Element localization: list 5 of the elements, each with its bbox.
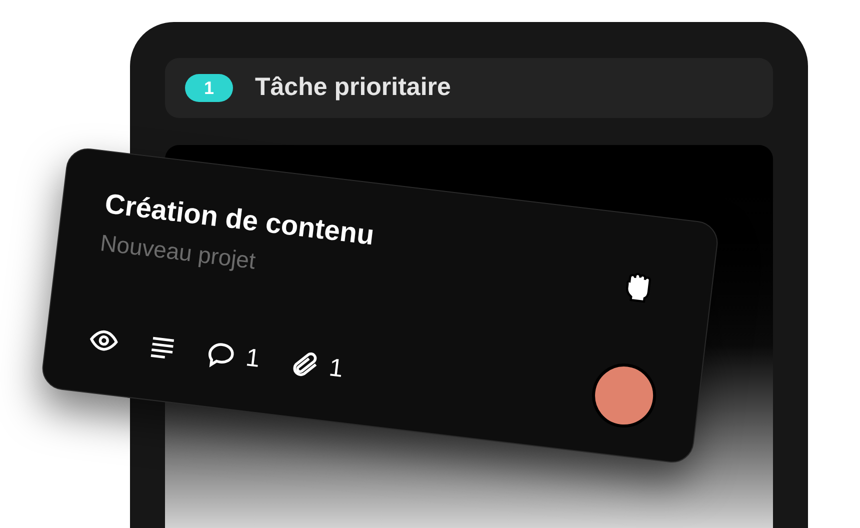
column-title: Tâche prioritaire	[255, 72, 451, 104]
comment-count: 1	[244, 342, 262, 375]
attachment-count: 1	[326, 352, 346, 384]
count-badge: 1	[185, 74, 233, 102]
card-subtitle: Nouveau projet	[99, 232, 258, 276]
